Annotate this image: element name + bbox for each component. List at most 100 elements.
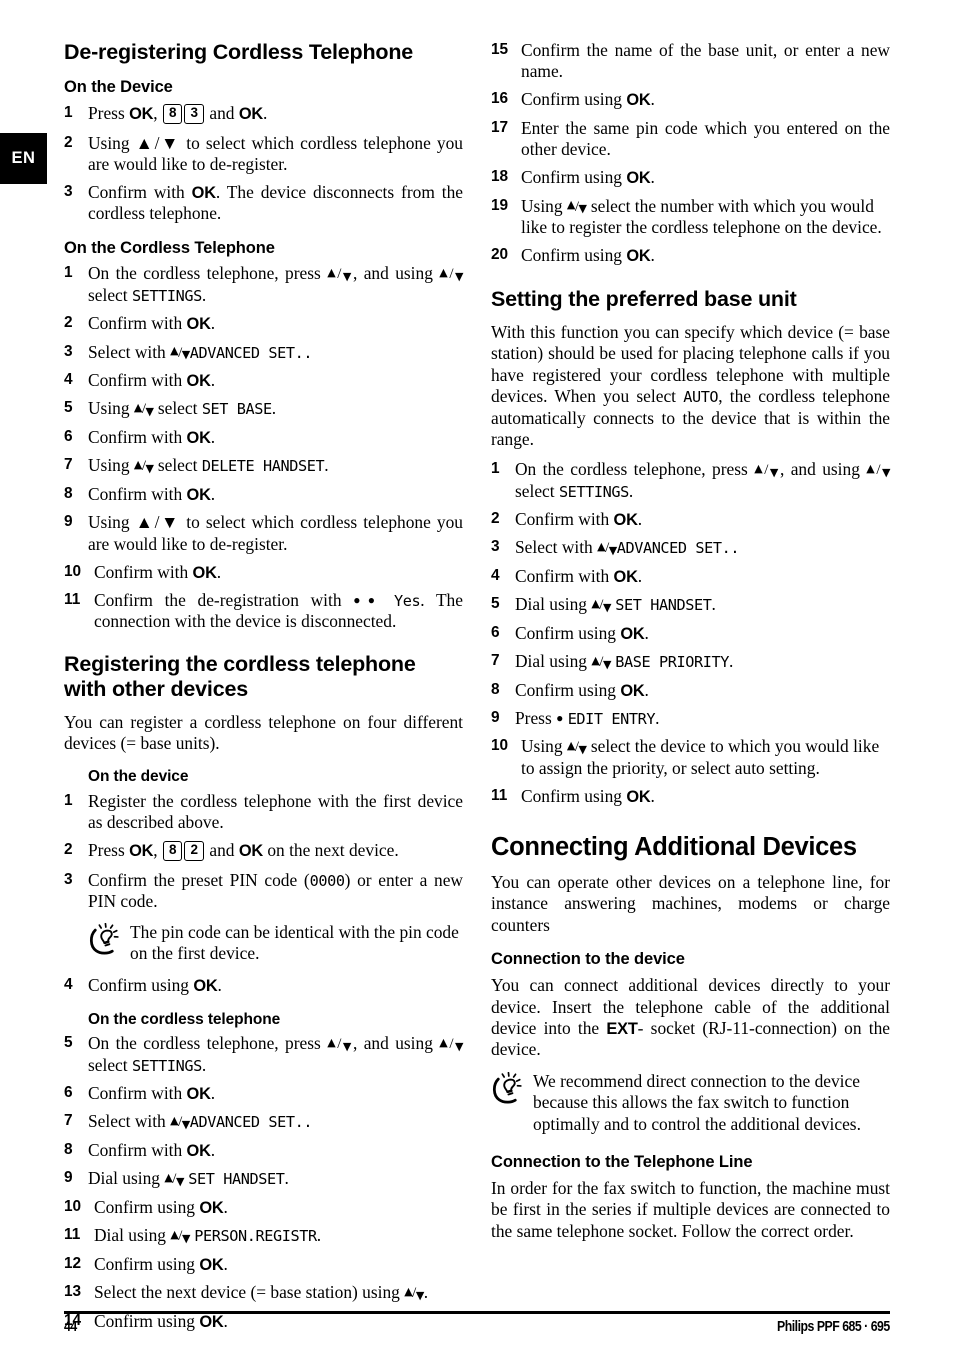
tip-note-pin: The pin code can be identical with the p… [88,922,463,965]
step-text: Confirm with OK. [94,561,222,582]
step-text: Confirm the name of the base unit, or en… [521,40,890,82]
steps-on-the-device: 1 Press OK, 83 and OK. 2 Using ▲/▼ to sele… [64,103,463,224]
step-number: 7 [64,456,73,474]
step-text: Confirm using OK. [515,679,649,700]
step-text: Confirm with OK. The device disconnects … [88,181,463,224]
lcd-pin-code: 0000 [309,871,345,890]
ok-key-label: OK [626,247,651,266]
lcd-menu-text: ADVANCED SET.. [189,1113,313,1132]
ok-key-label: OK [620,681,645,700]
step-text: Using ▲/▼ select the number with which y… [521,195,882,238]
list-item: 12 Confirm using OK. [64,1254,463,1276]
step-number: 9 [491,709,500,727]
keycap-3: 3 [184,104,204,124]
list-item: 4 Confirm using OK. [64,975,463,997]
language-tab: EN [0,133,47,184]
steps-registering-on-device-cont: 4 Confirm using OK. [64,975,463,997]
lcd-menu-text: DELETE HANDSET [201,457,325,476]
step-text: Select with ▲/▼ADVANCED SET.. [88,341,313,362]
lcd-menu-text: SETTINGS [131,1056,202,1075]
step-text: Register the cordless telephone with the… [88,791,463,833]
heading-preferred-base-unit: Setting the preferred base unit [491,286,797,311]
list-item: 2 Using ▲/▼ to select which cordless tele… [64,133,463,175]
up-down-arrow-icon: ▲/▼ [566,738,587,756]
steps-registering-on-cordless: 5 On the cordless telephone, press ▲/▼, a… [64,1033,464,1332]
page-footer: 44 Philips PPF 685 · 695 [64,1318,890,1335]
paragraph-connection-to-line: In order for the fax switch to function,… [491,1178,890,1241]
step-number: 2 [64,313,73,331]
step-text: Using ▲/▼ select the device to which you… [521,736,880,778]
step-text: Select with ▲/▼ADVANCED SET.. [515,537,740,558]
list-item: 4 Confirm with OK. [64,370,463,392]
list-item: 10 Confirm using OK. [64,1197,463,1219]
ok-key-label: OK [199,1198,224,1217]
step-text: Select with ▲/▼ADVANCED SET.. [88,1111,313,1132]
heading-connection-to-telephone-line: Connection to the Telephone Line [491,1153,753,1172]
list-item: 11 Confirm using OK. [491,786,890,808]
ok-key-label: OK [238,105,263,124]
step-text: On the cordless telephone, press ▲/▼, an… [88,1033,464,1075]
ok-key-label: OK [626,91,651,110]
up-down-arrow-icon: ▲/▼ [566,198,587,216]
step-number: 7 [64,1112,73,1130]
step-number: 15 [491,41,509,58]
step-number: 10 [64,562,82,580]
list-item: 3 Confirm the preset PIN code (0000) or e… [64,870,463,912]
heading-connection-to-device: Connection to the device [491,950,685,969]
lcd-menu-text: SETTINGS [558,482,629,501]
ext-socket-label: EXT [606,1020,638,1039]
step-text: Confirm the preset PIN code (0000) or en… [88,869,463,911]
keycap-8: 8 [162,104,183,124]
step-text: Enter the same pin code which you entere… [521,117,890,159]
lcd-menu-text: BASE PRIORITY [615,653,729,672]
steps-registering-continued: 15 Confirm the name of the base unit, or … [491,40,890,267]
list-item: 2 Confirm with OK. [64,313,463,335]
up-down-arrow-icon: ▲/▼ [591,596,611,614]
step-number: 10 [64,1197,82,1215]
step-number: 6 [64,427,73,445]
step-number: 6 [64,1083,73,1101]
step-number: 2 [64,841,73,859]
heading-on-the-device: On the Device [64,78,173,97]
step-number: 11 [64,1226,81,1244]
list-item: 7 Dial using ▲/▼ BASE PRIORITY. [491,651,890,672]
ok-key-label: OK [613,510,638,529]
list-item: 11 Confirm the de-registration with ●● Ye… [64,590,463,632]
list-item: 9 Using ▲/▼ to select which cordless tele… [64,512,463,554]
footer-divider [64,1311,890,1314]
step-text: Press ● EDIT ENTRY. [515,708,660,729]
list-item: 1 On the cordless telephone, press ▲/▼, a… [64,263,464,305]
up-down-arrow-icon: ▲/▼ [327,265,353,283]
step-number: 4 [491,566,500,584]
lcd-menu-text: SET BASE [201,400,272,419]
step-number: 2 [64,133,73,151]
step-text: Press OK, 83 and OK. [88,103,268,124]
list-item: 2 Press OK, 82 and OK on the next device. [64,840,463,862]
keycap-8: 8 [162,841,183,861]
lcd-menu-text: SET HANDSET [188,1170,285,1189]
step-text: Using ▲/▼ to select which cordless telep… [88,132,463,174]
list-item: 9 Dial using ▲/▼ SET HANDSET. [64,1168,463,1189]
list-item: 5 Using ▲/▼ select SET BASE. [64,398,463,419]
ok-key-label: OK [199,1255,224,1274]
step-number: 20 [491,246,509,264]
up-down-arrow-icon: ▲/▼ [591,653,611,671]
step-number: 3 [64,182,73,200]
intro-paragraph-preferred-base: With this function you can specify which… [491,321,890,450]
step-number: 16 [491,90,509,108]
step-number: 7 [491,652,500,670]
lcd-menu-text: ADVANCED SET.. [616,539,740,558]
ok-key-label: OK [238,842,263,861]
lcd-menu-text: AUTO [683,388,719,407]
step-text: Confirm with OK. [515,565,643,586]
step-text: Confirm the de-registration with ●● Yes.… [94,590,463,632]
ok-key-label: OK [192,563,217,582]
tip-text: The pin code can be identical with the p… [130,921,459,964]
list-item: 9 Press ● EDIT ENTRY. [491,708,890,729]
list-item: 8 Confirm using OK. [491,680,890,702]
ok-key-label: OK [193,976,218,995]
list-item: 2 Confirm with OK. [491,509,890,531]
step-number: 11 [64,591,81,609]
step-number: 3 [64,342,73,360]
step-text: Confirm with OK. [88,312,216,333]
